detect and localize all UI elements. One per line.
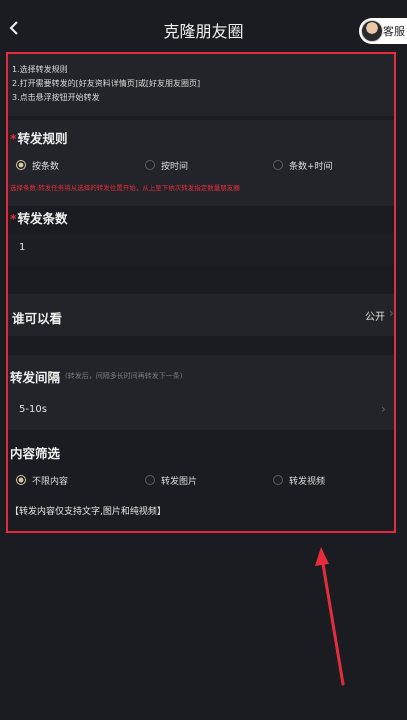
header-bar: 克隆朋友圈 客服 — [0, 0, 407, 56]
page: 克隆朋友圈 客服 1.选择转发规则 2.打开需要转发的[好友资料详情页]或[好友… — [0, 0, 407, 720]
page-title: 克隆朋友圈 — [163, 22, 244, 41]
customer-service-label: 客服 — [383, 25, 405, 38]
avatar — [361, 20, 383, 42]
customer-service-button[interactable]: 客服 — [359, 18, 407, 44]
annotation-highlight-frame — [6, 52, 396, 533]
